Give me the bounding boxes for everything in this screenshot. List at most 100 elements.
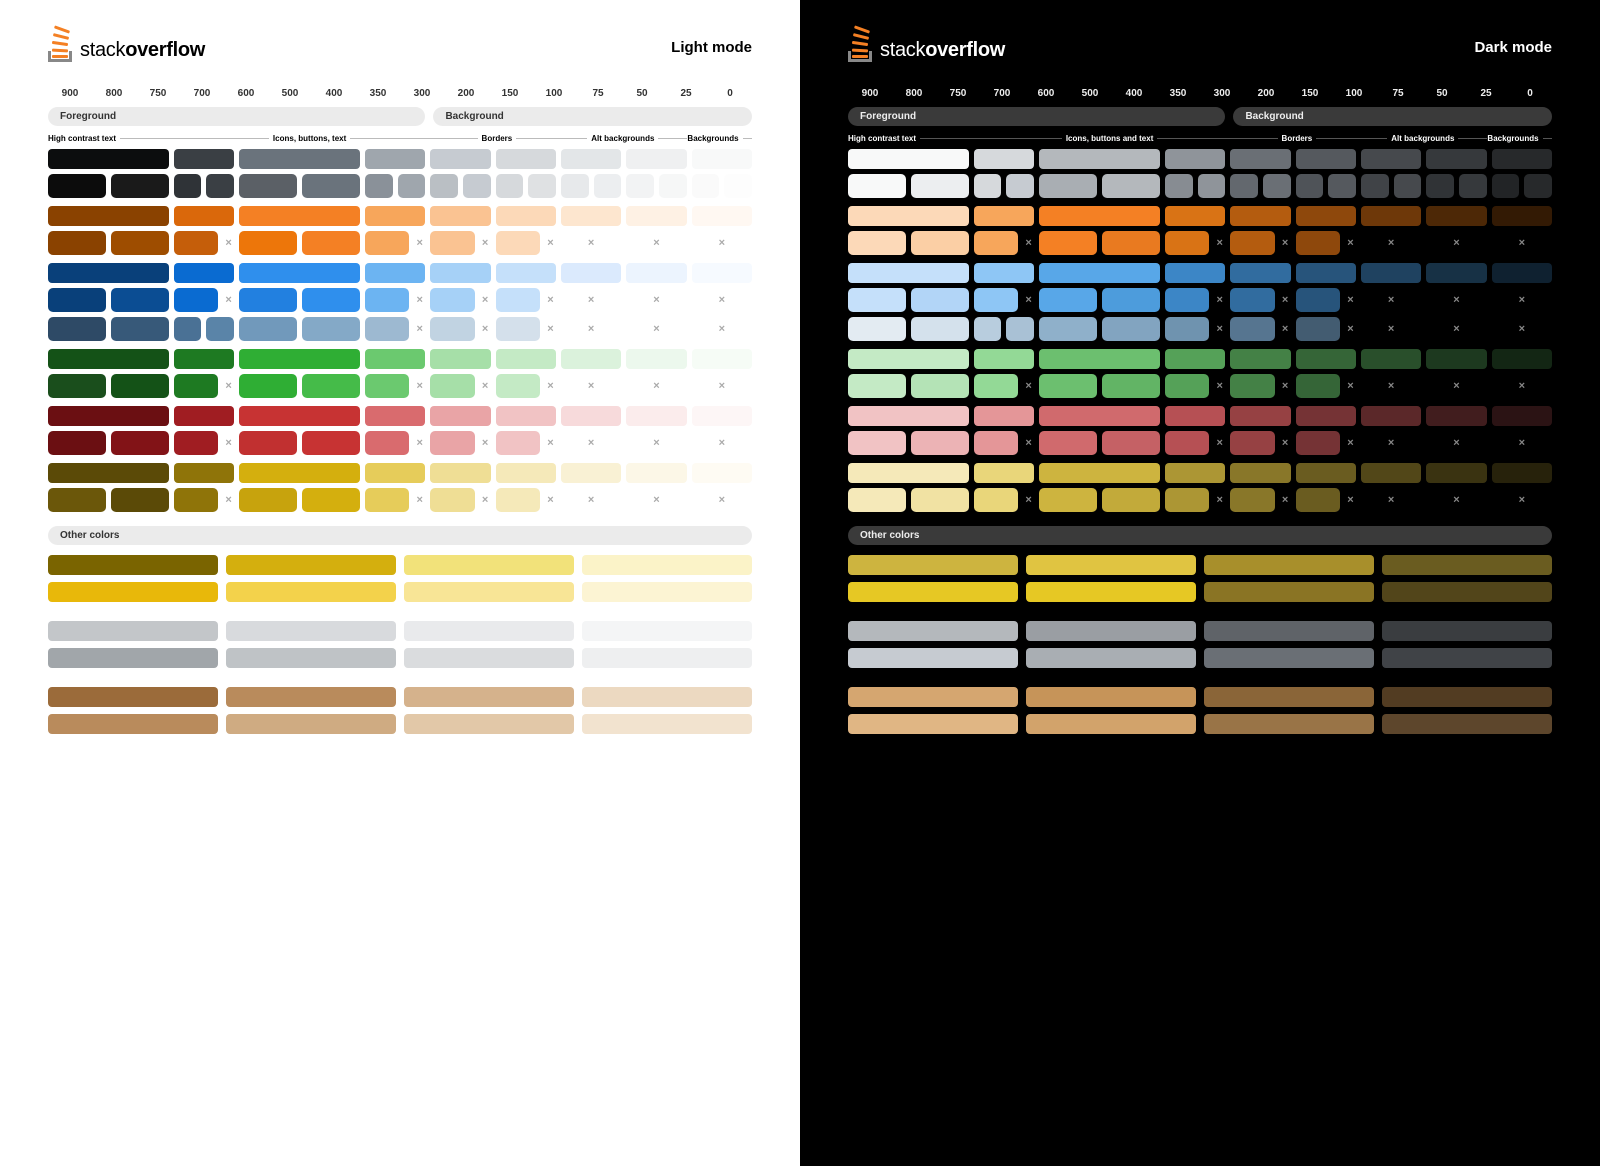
- x-icon: ×: [414, 380, 425, 392]
- swatch-pair-yellow-0: [848, 488, 969, 512]
- swatch: [974, 288, 1018, 312]
- x-icon: ×: [545, 380, 556, 392]
- swatch-green-wide-0: [48, 349, 169, 369]
- swatch: [1102, 231, 1160, 255]
- other-swatch-1-0: [48, 582, 218, 602]
- x-icon: ×: [1451, 437, 1462, 449]
- swatch: [1006, 317, 1034, 341]
- swatch-pair-orange-4: ×: [430, 231, 490, 255]
- swatch-red-wide-5: [1296, 406, 1356, 426]
- x-icon: ×: [223, 380, 234, 392]
- other-swatch-1-0: [848, 582, 1018, 602]
- swatch-pair-green-3: ×: [1165, 374, 1225, 398]
- swatch-blue-wide-0: [48, 263, 169, 283]
- family-orange: ×××××××: [848, 206, 1552, 255]
- x-icon: ×: [1280, 494, 1291, 506]
- swatch: [911, 488, 969, 512]
- step-0: 0: [1508, 88, 1552, 99]
- swatch-pair-powder-3: ×: [1165, 317, 1225, 341]
- swatch: [111, 374, 169, 398]
- swatch-pair-gray-8: [692, 174, 752, 198]
- swatch-pair-yellow-1: ×: [974, 488, 1034, 512]
- scale-steps: 9008007507006005004003503002001501007550…: [848, 88, 1552, 99]
- swatch: [48, 317, 106, 341]
- swatch-green-wide-2: [1039, 349, 1160, 369]
- x-icon: ×: [480, 380, 491, 392]
- swatch: [430, 231, 474, 255]
- x-icon: ×: [1345, 294, 1356, 306]
- swatch-pair-yellow-8: ×: [692, 488, 752, 512]
- swatch-pair-green-6: ×: [1361, 374, 1421, 398]
- other-swatch-1-3: [582, 582, 752, 602]
- swatch-pair-green-8: ×: [1492, 374, 1552, 398]
- step-300: 300: [1200, 88, 1244, 99]
- swatch-pair-gray-0: [48, 174, 169, 198]
- x-icon: ×: [716, 380, 727, 392]
- swatch: [174, 431, 218, 455]
- x-icon: ×: [1214, 294, 1225, 306]
- swatch-blue-wide-1: [174, 263, 234, 283]
- swatch-gray-wide-6: [1361, 149, 1421, 169]
- swatch-pair-gray-6: [561, 174, 621, 198]
- other-swatch-4-1: [1026, 687, 1196, 707]
- swatch: [463, 174, 491, 198]
- swatch-orange-wide-2: [1039, 206, 1160, 226]
- swatch: [1230, 231, 1274, 255]
- x-icon: ×: [651, 494, 662, 506]
- x-icon: ×: [1023, 494, 1034, 506]
- swatch-pair-yellow-4: ×: [430, 488, 490, 512]
- swatch-pair-gray-2: [1039, 174, 1160, 198]
- swatch: [206, 317, 234, 341]
- swatch: [239, 488, 297, 512]
- swatch-pair-yellow-6: ×: [561, 488, 621, 512]
- swatch: [974, 317, 1002, 341]
- x-icon: ×: [1280, 437, 1291, 449]
- x-icon: ×: [480, 494, 491, 506]
- swatch: [174, 317, 202, 341]
- other-row-3: [48, 648, 752, 668]
- x-icon: ×: [414, 437, 425, 449]
- step-25: 25: [664, 88, 708, 99]
- swatch-pair-gray-5: [1296, 174, 1356, 198]
- swatch: [1102, 374, 1160, 398]
- swatch-red-wide-4: [430, 406, 490, 426]
- step-400: 400: [1112, 88, 1156, 99]
- x-icon: ×: [223, 237, 234, 249]
- x-icon: ×: [480, 437, 491, 449]
- swatch-red-wide-2: [1039, 406, 1160, 426]
- x-icon: ×: [586, 237, 597, 249]
- step-600: 600: [1024, 88, 1068, 99]
- swatch-pair-gray-8: [1492, 174, 1552, 198]
- swatch: [1263, 174, 1291, 198]
- step-750: 750: [936, 88, 980, 99]
- swatch-pair-orange-3: ×: [365, 231, 425, 255]
- swatch-pair-green-8: ×: [692, 374, 752, 398]
- family-green: ×××××××: [48, 349, 752, 398]
- x-icon: ×: [1386, 494, 1397, 506]
- header: stackoverflow Dark mode: [848, 32, 1552, 62]
- x-icon: ×: [545, 294, 556, 306]
- x-icon: ×: [651, 437, 662, 449]
- swatch: [174, 374, 218, 398]
- swatch-pair-yellow-5: ×: [1296, 488, 1356, 512]
- other-colors-pill: Other colors: [848, 526, 1552, 545]
- swatch: [692, 174, 720, 198]
- swatch: [974, 488, 1018, 512]
- swatch-pair-blue-4: ×: [1230, 288, 1290, 312]
- swatch: [1102, 174, 1160, 198]
- x-icon: ×: [1280, 380, 1291, 392]
- swatch: [848, 317, 906, 341]
- other-swatch-4-2: [1204, 687, 1374, 707]
- other-row-1: [848, 582, 1552, 602]
- other-row-3: [848, 648, 1552, 668]
- swatch-pair-orange-2: [239, 231, 360, 255]
- swatch: [911, 317, 969, 341]
- swatch: [1230, 174, 1258, 198]
- swatch: [365, 488, 409, 512]
- step-75: 75: [576, 88, 620, 99]
- sub-bg: Backgrounds: [687, 134, 738, 143]
- swatch-yellow-wide-4: [1230, 463, 1290, 483]
- x-icon: ×: [1214, 494, 1225, 506]
- background-pill: Background: [433, 107, 752, 126]
- swatch: [496, 431, 540, 455]
